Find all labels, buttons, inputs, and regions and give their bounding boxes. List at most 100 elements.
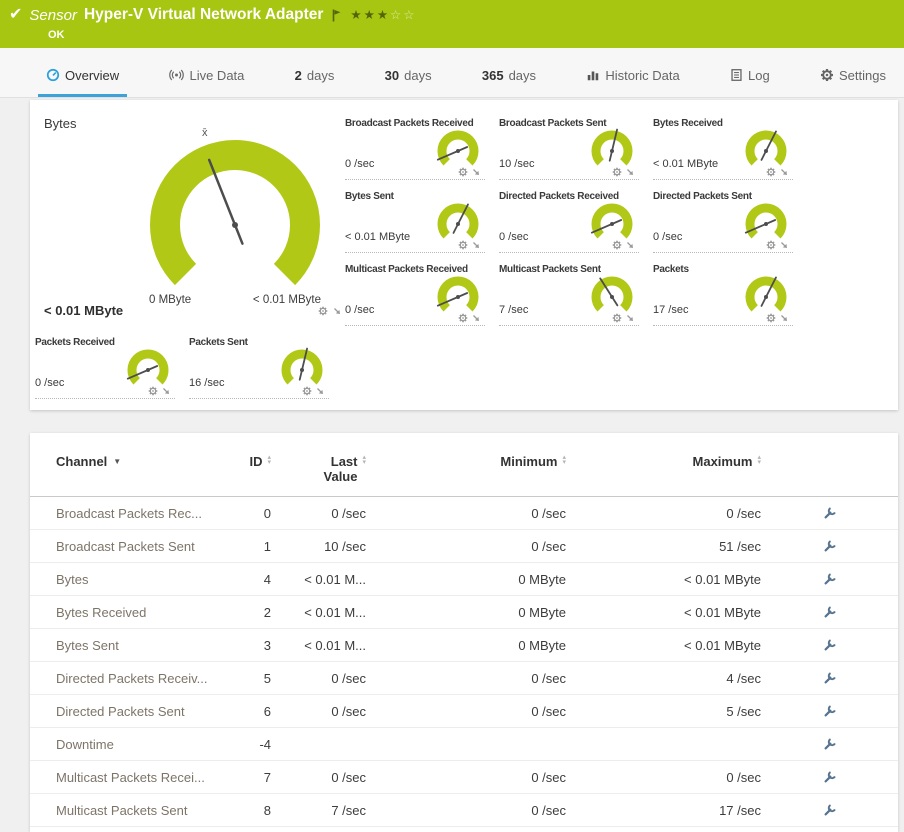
column-header-last-value[interactable]: Last Value ▴ ▾ [271, 454, 366, 484]
gauge-pin-icon[interactable] [332, 306, 342, 316]
gauge-pin-icon[interactable] [625, 167, 635, 177]
channel-name[interactable]: Broadcast Packets Sent [56, 539, 226, 554]
table-row: Multicast Packets Recei... 7 0 /sec 0 /sec 0… [30, 761, 898, 794]
channel-minimum: 0 MByte [518, 604, 566, 620]
gauge-tile[interactable]: Broadcast Packets Received 0 /sec [345, 118, 485, 180]
tab-historic-data[interactable]: Historic Data [578, 64, 687, 97]
edit-channel-button[interactable] [761, 572, 898, 586]
tab-2-days[interactable]: 2 days [287, 64, 343, 97]
gauge-tile[interactable]: Multicast Packets Received 0 /sec [345, 264, 485, 326]
column-header-channel[interactable]: Channel ▼ [56, 454, 226, 469]
edit-channel-button[interactable] [761, 671, 898, 685]
channel-last-value: 0 /sec [331, 505, 366, 521]
gauge-pin-icon[interactable] [779, 167, 789, 177]
channel-minimum: 0 /sec [531, 703, 566, 719]
gauge-tile[interactable]: Directed Packets Received 0 /sec [499, 191, 639, 253]
channel-last-value: 0 /sec [331, 769, 366, 785]
gauge-settings-icon[interactable] [612, 240, 622, 250]
edit-channel-button[interactable] [761, 506, 898, 520]
tab-log[interactable]: Log [722, 64, 778, 97]
edit-channel-button[interactable] [761, 770, 898, 784]
channel-name[interactable]: Broadcast Packets Rec... [56, 506, 226, 521]
channel-name[interactable]: Multicast Packets Sent [56, 803, 226, 818]
tab-label: Log [748, 67, 770, 83]
gauge-tile[interactable]: Packets Sent 16 /sec [189, 337, 329, 399]
main-gauge[interactable] [135, 125, 335, 305]
channel-name[interactable]: Bytes Received [56, 605, 226, 620]
gauge-tile[interactable]: Bytes Sent < 0.01 MByte [345, 191, 485, 253]
channel-id: -4 [259, 736, 271, 752]
channel-last-value: < 0.01 M... [304, 604, 366, 620]
main-gauge-value: < 0.01 MByte [44, 303, 124, 318]
mean-marker: x̄ [202, 127, 208, 139]
channel-name[interactable]: Downtime [56, 737, 226, 752]
channel-gauge-value: 10 /sec [499, 158, 535, 170]
gauge-pin-icon[interactable] [161, 386, 171, 396]
edit-channel-button[interactable] [761, 638, 898, 652]
star-empty-icon: ☆ [403, 8, 417, 22]
column-header-maximum[interactable]: Maximum ▴ ▾ [566, 454, 761, 469]
gauge-settings-icon[interactable] [458, 240, 468, 250]
tab-overview[interactable]: Overview [38, 64, 128, 97]
gauge-tile[interactable]: Directed Packets Sent 0 /sec [653, 191, 793, 253]
main-gauge-scale: 0 MByte < 0.01 MByte [135, 294, 335, 306]
edit-channel-button[interactable] [761, 605, 898, 619]
edit-channel-button[interactable] [761, 803, 898, 817]
gauge-tile[interactable]: Packets 17 /sec [653, 264, 793, 326]
gauge-settings-icon[interactable] [458, 313, 468, 323]
tab-number: 2 [294, 67, 302, 83]
column-header-id[interactable]: ID ▴ ▾ [226, 454, 271, 469]
gauge-settings-icon[interactable] [766, 167, 776, 177]
gauge-pin-icon[interactable] [471, 167, 481, 177]
channel-maximum: 4 /sec [726, 670, 761, 686]
log-icon [730, 68, 743, 82]
channel-last-value: 0 /sec [331, 703, 366, 719]
gauge-pin-icon[interactable] [625, 240, 635, 250]
gauge-tile[interactable]: Broadcast Packets Sent 10 /sec [499, 118, 639, 180]
gauge-settings-icon[interactable] [766, 240, 776, 250]
gauge-pin-icon[interactable] [779, 313, 789, 323]
gauge-pin-icon[interactable] [779, 240, 789, 250]
gauge-settings-icon[interactable] [302, 386, 312, 396]
channel-table: Channel ▼ ID ▴ ▾ Last Value ▴ ▾ Minimum ▴ ▾ Maximum… [30, 433, 898, 827]
channel-gauge-value: < 0.01 MByte [345, 231, 411, 243]
gauge-settings-icon[interactable] [318, 306, 328, 316]
column-header-minimum[interactable]: Minimum ▴ ▾ [366, 454, 566, 469]
gauge-settings-icon[interactable] [766, 313, 776, 323]
channel-name[interactable]: Bytes Sent [56, 638, 226, 653]
gauge-pin-icon[interactable] [471, 313, 481, 323]
gauge-tile[interactable]: Multicast Packets Sent 7 /sec [499, 264, 639, 326]
main-gauge-title: Bytes [44, 116, 77, 131]
priority-stars[interactable]: ★★★☆☆ [350, 8, 417, 22]
gauge-tile[interactable]: Bytes Received < 0.01 MByte [653, 118, 793, 180]
tab-settings[interactable]: Settings [812, 64, 894, 97]
column-label: Minimum [500, 454, 558, 469]
prtg-sensor-page: ✔ Sensor Hyper-V Virtual Network Adapter… [0, 0, 904, 832]
gauge-pin-icon[interactable] [625, 313, 635, 323]
star-empty-icon: ☆ [390, 8, 404, 22]
gauge-settings-icon[interactable] [458, 167, 468, 177]
gauge-settings-icon[interactable] [148, 386, 158, 396]
edit-channel-button[interactable] [761, 539, 898, 553]
gauge-settings-icon[interactable] [612, 313, 622, 323]
channel-name[interactable]: Directed Packets Sent [56, 704, 226, 719]
settings-icon [820, 68, 834, 82]
channel-gauge-value: 0 /sec [653, 231, 683, 243]
gauge-settings-icon[interactable] [612, 167, 622, 177]
gauge-pin-icon[interactable] [315, 386, 325, 396]
channel-name[interactable]: Multicast Packets Recei... [56, 770, 226, 785]
flag-icon[interactable] [332, 9, 341, 22]
channel-name[interactable]: Directed Packets Receiv... [56, 671, 226, 686]
tab-30-days[interactable]: 30 days [377, 64, 440, 97]
edit-channel-button[interactable] [761, 737, 898, 751]
channel-gauge-value: 17 /sec [653, 304, 689, 316]
gauge-pin-icon[interactable] [471, 240, 481, 250]
edit-channel-button[interactable] [761, 704, 898, 718]
channel-name[interactable]: Bytes [56, 572, 226, 587]
tab-live-data[interactable]: Live Data [161, 64, 252, 97]
channel-maximum: < 0.01 MByte [684, 571, 761, 587]
gauge-tile[interactable]: Packets Received 0 /sec [35, 337, 175, 399]
table-row: Bytes Sent 3 < 0.01 M... 0 MByte < 0.01 MByt… [30, 629, 898, 662]
tab-365-days[interactable]: 365 days [474, 64, 544, 97]
channel-id: 6 [263, 703, 271, 719]
